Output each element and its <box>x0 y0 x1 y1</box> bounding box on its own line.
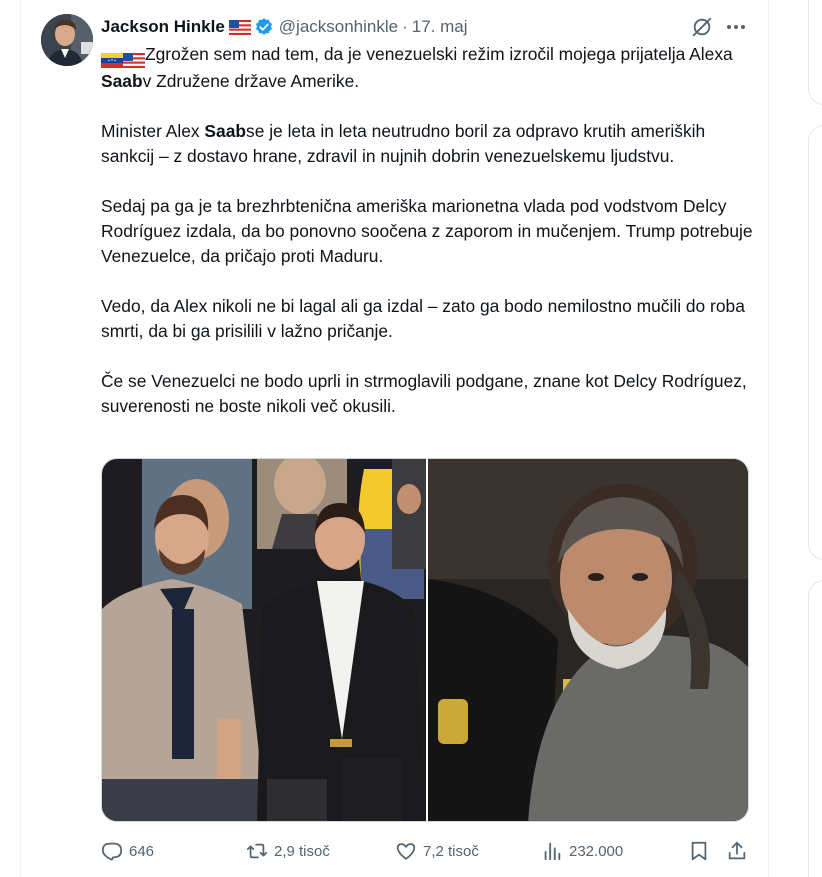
sidebar-card <box>808 580 822 877</box>
share-icon <box>728 841 746 860</box>
tweet-paragraph: Zgrožen sem nad tem, da je venezuelski r… <box>101 42 761 94</box>
us-flag-icon <box>228 19 251 35</box>
views-button[interactable]: 232.000 <box>541 836 623 866</box>
like-button[interactable]: 7,2 tisoč <box>395 836 479 866</box>
retweet-icon <box>246 843 268 859</box>
retweet-button[interactable]: 2,9 tisoč <box>246 836 330 866</box>
tweet-text-bold: Saab <box>204 121 246 141</box>
author-handle[interactable]: @jacksonhinkle <box>279 17 398 37</box>
sidebar-card <box>808 0 822 105</box>
tweet-text: Zgrožen sem nad tem, da je venezuelski r… <box>101 42 761 419</box>
more-dots-icon[interactable] <box>724 16 748 38</box>
verified-badge-icon <box>254 17 274 37</box>
media-grid <box>101 458 749 822</box>
tweet-text-bold: Saab <box>101 71 143 91</box>
author-name[interactable]: Jackson Hinkle <box>101 17 225 37</box>
avatar[interactable] <box>41 14 93 66</box>
heart-icon <box>396 843 416 860</box>
tweet[interactable]: Jackson Hinkle @jacksonhinkle · 17. maj <box>21 0 768 877</box>
views-chart-icon <box>544 842 561 861</box>
tweet-paragraph: Če se Venezuelci ne bodo uprli in strmog… <box>101 371 747 416</box>
tweet-paragraph: Sedaj pa ga je ta brezhrbtenična amerišk… <box>101 196 753 266</box>
bookmark-icon <box>691 841 707 861</box>
media-photo-right[interactable] <box>428 459 748 821</box>
venezuela-flag-icon <box>101 50 123 68</box>
media-photo-left[interactable] <box>102 459 426 821</box>
views-count: 232.000 <box>569 842 624 860</box>
like-count: 7,2 tisoč <box>423 842 479 860</box>
tweet-text-fragment: Zgrožen sem nad tem, da je venezuelski r… <box>145 44 733 64</box>
us-flag-icon <box>123 50 145 68</box>
flags-group <box>101 44 145 69</box>
tweet-date[interactable]: 17. maj <box>412 17 468 37</box>
reply-button[interactable]: 646 <box>101 836 154 866</box>
tweet-text-fragment: v Združene države Amerike. <box>142 71 360 91</box>
tweet-header: Jackson Hinkle @jacksonhinkle · 17. maj <box>101 16 468 38</box>
separator-dot: · <box>402 17 408 36</box>
tweet-paragraph: Vedo, da Alex nikoli ne bi lagal ali ga … <box>101 296 745 341</box>
grok-icon[interactable] <box>691 16 713 38</box>
reply-count: 646 <box>129 842 155 860</box>
sidebar-card <box>808 125 822 560</box>
tweet-actions: 646 2,9 tisoč 7,2 tisoč 232.000 <box>101 836 761 866</box>
tweet-text-fragment: Minister Alex <box>101 121 205 141</box>
share-button[interactable] <box>726 836 748 866</box>
bookmark-button[interactable] <box>688 836 710 866</box>
retweet-count: 2,9 tisoč <box>274 842 330 860</box>
reply-icon <box>101 842 123 861</box>
timeline-border-right <box>768 0 769 877</box>
tweet-paragraph: Minister Alex Saabse je leta in leta neu… <box>101 119 761 169</box>
